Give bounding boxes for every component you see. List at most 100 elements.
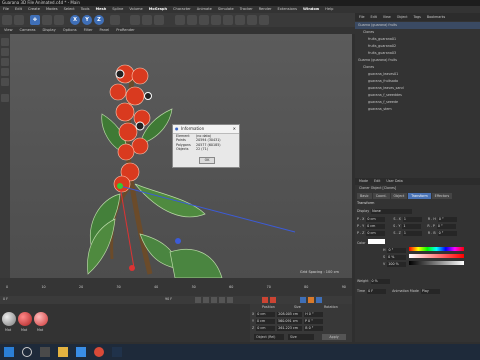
menu-render[interactable]: Render xyxy=(259,6,272,13)
cinema4d-icon[interactable] xyxy=(112,347,122,357)
tab-coord[interactable]: Coord. xyxy=(372,193,390,199)
menu-mograph[interactable]: MoGraph xyxy=(149,6,167,13)
menu-animate[interactable]: Animate xyxy=(197,6,212,13)
object-row[interactable]: guarana_leaves01 xyxy=(355,71,480,78)
chrome-icon[interactable] xyxy=(94,347,104,357)
object-row[interactable]: guarana_f_seeede xyxy=(355,99,480,106)
tab-transform[interactable]: Transform xyxy=(408,193,431,199)
apply-button[interactable]: Apply xyxy=(322,334,346,340)
auto-key-icon[interactable] xyxy=(270,297,276,303)
menu-modes[interactable]: Modes xyxy=(46,6,58,13)
viewport-menu-display[interactable]: Display xyxy=(43,27,56,34)
attr-menu-edit[interactable]: Edit xyxy=(374,178,380,185)
subdivision-icon[interactable] xyxy=(199,15,209,25)
render-view-icon[interactable] xyxy=(130,15,140,25)
tab-effectors[interactable]: Effectors xyxy=(431,193,453,199)
tab-basic[interactable]: Basic xyxy=(357,193,372,199)
hue-slider[interactable] xyxy=(409,247,465,251)
model-mode-icon[interactable] xyxy=(1,38,9,46)
menu-simulate[interactable]: Simulate xyxy=(218,6,234,13)
play-icon[interactable] xyxy=(211,297,217,303)
material-swatch[interactable] xyxy=(34,312,48,326)
move-tool-icon[interactable]: ✥ xyxy=(30,15,40,25)
viewport-menu-panel[interactable]: Panel xyxy=(100,27,110,34)
object-row[interactable]: guarana_stem xyxy=(355,106,480,113)
redo-icon[interactable] xyxy=(14,15,24,25)
timeline-ruler[interactable]: 0 10 20 30 40 50 60 70 80 90 xyxy=(0,278,352,296)
menu-volume[interactable]: Volume xyxy=(129,6,142,13)
viewport-menu-prorender[interactable]: ProRender xyxy=(116,27,135,34)
scale-tool-icon[interactable] xyxy=(42,15,52,25)
render-picture-viewer-icon[interactable] xyxy=(142,15,152,25)
tab-object[interactable]: Object xyxy=(390,193,408,199)
close-icon[interactable]: ✕ xyxy=(233,125,236,133)
menu-tools[interactable]: Tools xyxy=(81,6,90,13)
previous-key-icon[interactable] xyxy=(203,297,209,303)
cloner-icon[interactable] xyxy=(211,15,221,25)
texture-mode-icon[interactable] xyxy=(1,48,9,56)
axis-y-button[interactable]: Y xyxy=(82,15,92,25)
material-swatch[interactable] xyxy=(2,312,16,326)
menu-select[interactable]: Select xyxy=(64,6,75,13)
snap-icon[interactable] xyxy=(1,94,9,102)
windows-start-icon[interactable] xyxy=(4,347,14,357)
object-row[interactable]: fruits_guarana01 xyxy=(355,36,480,43)
task-view-icon[interactable] xyxy=(40,347,50,357)
object-row[interactable]: Clones xyxy=(355,29,480,36)
deformer-icon[interactable] xyxy=(223,15,233,25)
menu-character[interactable]: Character xyxy=(173,6,191,13)
file-explorer-icon[interactable] xyxy=(58,347,68,357)
menu-extensions[interactable]: Extensions xyxy=(278,6,298,13)
object-row[interactable]: guarana_leaves_sand xyxy=(355,85,480,92)
menu-spline[interactable]: Spline xyxy=(112,6,123,13)
attr-menu-mode[interactable]: Mode xyxy=(359,178,368,185)
viewport-menu-options[interactable]: Options xyxy=(63,27,77,34)
light-icon[interactable] xyxy=(259,15,269,25)
menu-window[interactable]: Window xyxy=(303,6,319,13)
menu-mesh[interactable]: Mesh xyxy=(96,6,107,13)
undo-icon[interactable] xyxy=(2,15,12,25)
current-frame-field[interactable]: 0 F xyxy=(3,297,8,301)
om-menu-bookmarks[interactable]: Bookmarks xyxy=(427,13,445,21)
mail-icon[interactable] xyxy=(76,347,86,357)
axis-z-button[interactable]: Z xyxy=(94,15,104,25)
edges-mode-icon[interactable] xyxy=(1,68,9,76)
menu-tracker[interactable]: Tracker xyxy=(240,6,253,13)
object-row[interactable]: Guarna (guarana) fruits xyxy=(355,22,480,29)
search-icon[interactable] xyxy=(22,347,32,357)
object-row[interactable]: fruits_guarana02 xyxy=(355,43,480,50)
viewport-menu-view[interactable]: View xyxy=(4,27,13,34)
viewport-menu-filter[interactable]: Filter xyxy=(84,27,93,34)
cube-icon[interactable] xyxy=(175,15,185,25)
axis-x-button[interactable]: X xyxy=(70,15,80,25)
key-rotation-icon[interactable] xyxy=(316,297,322,303)
object-row[interactable]: guarana_fruitsada xyxy=(355,78,480,85)
floor-icon[interactable] xyxy=(235,15,245,25)
om-menu-tags[interactable]: Tags xyxy=(414,13,421,21)
om-menu-view[interactable]: View xyxy=(383,13,391,21)
viewport-menu-cameras[interactable]: Cameras xyxy=(20,27,36,34)
render-settings-icon[interactable] xyxy=(154,15,164,25)
object-row[interactable]: fruits_guarana03 xyxy=(355,50,480,57)
menu-file[interactable]: File xyxy=(3,6,9,13)
color-swatch[interactable] xyxy=(367,239,385,244)
coordinate-system-icon[interactable] xyxy=(110,15,120,25)
rotate-tool-icon[interactable] xyxy=(54,15,64,25)
material-swatch[interactable] xyxy=(18,312,32,326)
attr-menu-user-data[interactable]: User Data xyxy=(386,178,402,185)
om-menu-edit[interactable]: Edit xyxy=(371,13,377,21)
go-to-end-icon[interactable] xyxy=(227,297,233,303)
coord-mode-dropdown[interactable]: Object (Rel) xyxy=(254,334,284,340)
menu-help[interactable]: Help xyxy=(325,6,333,13)
object-row[interactable]: Guarna (guarana) fruits xyxy=(355,57,480,64)
om-menu-object[interactable]: Object xyxy=(397,13,408,21)
menu-create[interactable]: Create xyxy=(28,6,40,13)
points-mode-icon[interactable] xyxy=(1,58,9,66)
record-key-icon[interactable] xyxy=(262,297,268,303)
key-scale-icon[interactable] xyxy=(308,297,314,303)
next-key-icon[interactable] xyxy=(219,297,225,303)
go-to-start-icon[interactable] xyxy=(195,297,201,303)
value-slider[interactable] xyxy=(409,261,465,265)
om-menu-file[interactable]: File xyxy=(359,13,365,21)
polygons-mode-icon[interactable] xyxy=(1,78,9,86)
